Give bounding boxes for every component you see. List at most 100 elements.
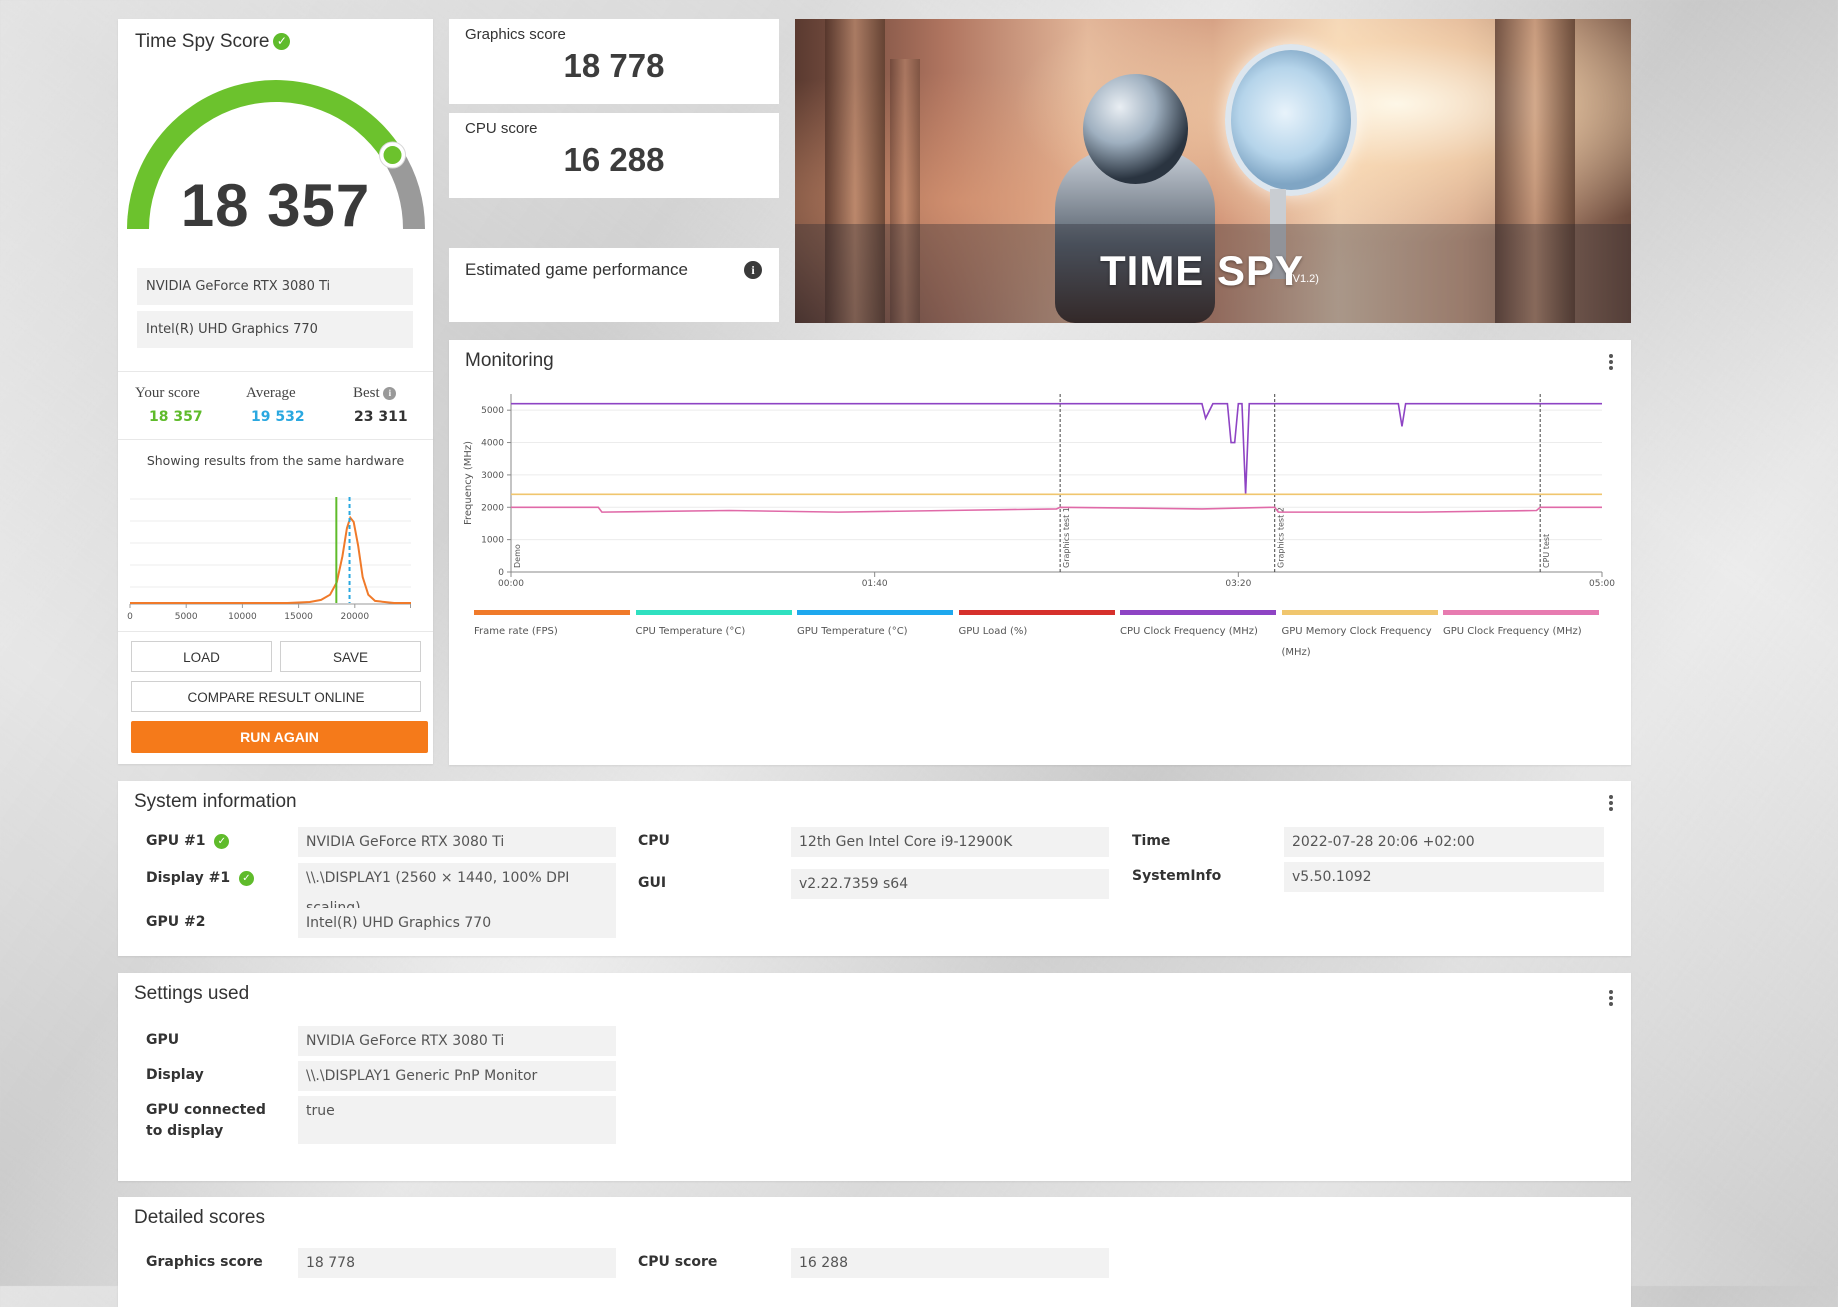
mon-phase-label: CPU test xyxy=(1542,534,1551,568)
benchmark-banner: TIME SPY (V1.2) xyxy=(795,19,1631,323)
legend-item[interactable]: GPU Clock Frequency (MHz) xyxy=(1443,610,1599,642)
your-score-label: Your score xyxy=(135,385,200,401)
verified-check-icon: ✓ xyxy=(214,833,230,849)
estimated-performance-label: Estimated game performance xyxy=(465,260,688,279)
legend-swatch xyxy=(1443,610,1599,615)
settings-used-title: Settings used xyxy=(134,983,250,1004)
hardware-note: Showing results from the same hardware xyxy=(146,453,405,468)
settings-display-value: \\.\DISPLAY1 Generic PnP Monitor xyxy=(298,1061,616,1091)
settings-display-label: Display xyxy=(146,1067,204,1083)
mon-series-line xyxy=(511,402,1602,495)
kebab-menu-icon[interactable] xyxy=(1609,990,1613,1008)
divider xyxy=(118,371,433,372)
save-button[interactable]: SAVE xyxy=(280,641,421,672)
legend-item[interactable]: CPU Temperature (°C) xyxy=(635,610,792,642)
monitoring-chart: 0 1000 2000 3000 4000 5000 Frequency (MHz) 00:0… xyxy=(463,394,1615,589)
estimated-game-performance-card[interactable]: Estimated game performance i xyxy=(449,248,779,322)
time-label: Time xyxy=(1132,833,1171,849)
cpu-score-label: CPU score xyxy=(465,120,538,137)
mon-y-tick-label: 1000 xyxy=(481,536,504,546)
dist-tick-label: 0 xyxy=(127,612,133,622)
average-label: Average xyxy=(246,385,296,401)
mon-y-tick-label: 3000 xyxy=(481,471,504,481)
system-information-panel: System information GPU #1 ✓ NVIDIA GeFor… xyxy=(118,781,1631,956)
legend-label: GPU Temperature (°C) xyxy=(797,626,908,637)
gpu1-label: GPU #1 ✓ xyxy=(146,831,230,852)
legend-label: GPU Clock Frequency (MHz) xyxy=(1443,626,1582,637)
divider xyxy=(118,631,433,632)
legend-label: GPU Memory Clock Frequency (MHz) xyxy=(1281,626,1432,658)
mon-x-tick-label: 01:40 xyxy=(862,579,888,589)
best-value: 23 311 xyxy=(354,409,408,425)
cpu-score-card: CPU score 16 288 xyxy=(449,113,779,198)
hardware-gpu-2: Intel(R) UHD Graphics 770 xyxy=(137,311,413,348)
hardware-gpu-1: NVIDIA GeForce RTX 3080 Ti xyxy=(137,268,413,305)
mon-y-tick-label: 2000 xyxy=(481,503,504,513)
detailed-scores-panel: Detailed scores Graphics score 18 778 CP… xyxy=(118,1197,1631,1307)
dist-tick-label: 15000 xyxy=(284,612,313,622)
legend-item[interactable]: GPU Memory Clock Frequency (MHz) xyxy=(1281,610,1438,663)
legend-label: CPU Clock Frequency (MHz) xyxy=(1120,626,1258,637)
score-distribution-chart: 0 5000 10000 15000 20000 xyxy=(127,497,411,622)
dist-tick-label: 5000 xyxy=(175,612,198,622)
main-score: 18 357 xyxy=(180,172,371,239)
best-label: Best i xyxy=(353,385,397,402)
legend-swatch xyxy=(635,610,792,615)
divider xyxy=(118,439,433,440)
systeminfo-value: v5.50.1092 xyxy=(1284,862,1604,892)
settings-gpu-label: GPU xyxy=(146,1032,180,1048)
cpu-value: 12th Gen Intel Core i9-12900K xyxy=(791,827,1109,857)
best-info-icon[interactable]: i xyxy=(383,387,397,401)
mon-phase-label: Graphics test 1 xyxy=(1062,507,1071,568)
cpu-label: CPU xyxy=(638,833,670,849)
graphics-score-value: 18 778 xyxy=(563,47,665,84)
mon-x-tick-label: 03:20 xyxy=(1225,579,1251,589)
mon-y-axis-label: Frequency (MHz) xyxy=(463,441,474,525)
average-value: 19 532 xyxy=(251,409,305,425)
monitoring-panel: Monitoring 0 1000 2000 3000 4000 5000 Frequenc… xyxy=(449,340,1631,765)
compare-online-button[interactable]: COMPARE RESULT ONLINE xyxy=(131,681,421,712)
mon-y-tick-label: 5000 xyxy=(481,406,504,416)
detailed-graphics-value: 18 778 xyxy=(298,1248,616,1278)
mon-y-tick-label: 0 xyxy=(498,568,504,578)
gauge-knob-dot xyxy=(383,146,402,165)
legend-item[interactable]: GPU Temperature (°C) xyxy=(797,610,953,642)
legend-swatch xyxy=(958,610,1115,615)
run-again-button[interactable]: RUN AGAIN xyxy=(131,721,428,753)
dist-curve xyxy=(130,515,411,604)
legend-label: Frame rate (FPS) xyxy=(474,626,558,637)
detailed-cpu-value: 16 288 xyxy=(791,1248,1109,1278)
load-button[interactable]: LOAD xyxy=(131,641,272,672)
detailed-scores-title: Detailed scores xyxy=(134,1207,265,1228)
settings-used-panel: Settings used GPU NVIDIA GeForce RTX 308… xyxy=(118,973,1631,1181)
score-panel: Time Spy Score ✓ 18 357 NVIDIA GeForce RT… xyxy=(118,19,433,764)
graphics-score-label: Graphics score xyxy=(465,26,566,43)
cpu-score-value: 16 288 xyxy=(563,141,665,178)
gpu2-value: Intel(R) UHD Graphics 770 xyxy=(298,908,616,938)
settings-gpu-connected-value: true xyxy=(298,1096,616,1144)
time-value: 2022-07-28 20:06 +02:00 xyxy=(1284,827,1604,857)
legend-swatch xyxy=(1120,610,1276,615)
verified-check-icon: ✓ xyxy=(238,870,254,886)
your-score-value: 18 357 xyxy=(149,409,203,425)
legend-item[interactable]: CPU Clock Frequency (MHz) xyxy=(1120,610,1276,642)
display1-label: Display #1 ✓ xyxy=(146,868,254,889)
system-information-title: System information xyxy=(134,791,297,812)
legend-swatch xyxy=(1281,610,1438,615)
dist-tick-label: 20000 xyxy=(340,612,369,622)
dist-tick-label: 10000 xyxy=(228,612,257,622)
detailed-graphics-label: Graphics score xyxy=(146,1254,263,1270)
banner-title: TIME SPY xyxy=(1100,247,1305,294)
mon-x-tick-label: 00:00 xyxy=(498,579,524,589)
settings-gpu-connected-label: GPU connected to display xyxy=(146,1102,266,1139)
mon-series-line xyxy=(511,506,1602,513)
legend-item[interactable]: Frame rate (FPS) xyxy=(474,610,630,642)
legend-swatch xyxy=(797,610,953,615)
verified-check-icon: ✓ xyxy=(273,33,291,51)
graphics-score-card: Graphics score 18 778 xyxy=(449,19,779,104)
kebab-menu-icon[interactable] xyxy=(1609,795,1613,813)
gpu2-label: GPU #2 xyxy=(146,914,206,930)
kebab-menu-icon[interactable] xyxy=(1609,354,1613,372)
legend-item[interactable]: GPU Load (%) xyxy=(958,610,1115,642)
info-icon[interactable]: i xyxy=(744,261,762,279)
